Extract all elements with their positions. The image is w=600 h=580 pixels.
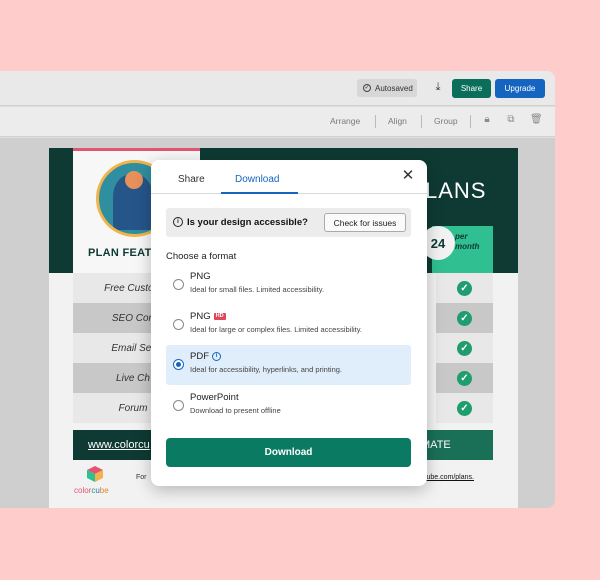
plan-features-title: PLAN FEAT (88, 247, 152, 259)
format-option-pdf[interactable]: PDF i Ideal for accessibility, hyperlinks… (166, 345, 411, 385)
arrange-button[interactable]: Arrange (330, 116, 360, 126)
option-title-text: PNG (190, 311, 211, 322)
tab-download[interactable]: Download (235, 174, 279, 185)
footer-text: For (136, 474, 147, 481)
radio-powerpoint[interactable] (173, 400, 184, 411)
autosaved-status: ✓ Autosaved (357, 79, 417, 97)
option-description: Download to present offline (190, 406, 281, 415)
colorcube-logo-icon (87, 466, 103, 482)
poster-side-band (49, 148, 73, 273)
radio-png[interactable] (173, 279, 184, 290)
align-button[interactable]: Align (388, 116, 407, 126)
info-icon: i (173, 217, 183, 227)
check-icon: ✓ (457, 310, 472, 326)
footer-url: cube.com/plans. (423, 474, 474, 481)
toolbar-divider (470, 115, 471, 128)
secondary-toolbar: Arrange Align Group 🔒︎ ⧉ 🗑︎ (0, 107, 555, 137)
illustration-head (125, 171, 143, 189)
option-title-text: PNG (190, 271, 211, 282)
tab-share[interactable]: Share (178, 174, 205, 185)
check-icon: ✓ (457, 280, 472, 296)
option-description: Ideal for accessibility, hyperlinks, and… (190, 365, 343, 374)
check-issues-button[interactable]: Check for issues (324, 213, 406, 232)
format-option-png-hd[interactable]: PNG HD Ideal for large or complex files. … (166, 305, 411, 345)
trash-icon[interactable]: 🗑︎ (530, 114, 543, 128)
option-title-text: PDF (190, 351, 209, 362)
check-cell: ✓ (436, 333, 493, 363)
format-option-powerpoint[interactable]: PowerPoint Download to present offline (166, 386, 411, 426)
group-button[interactable]: Group (434, 116, 458, 126)
download-button[interactable]: Download (166, 438, 411, 467)
check-cell: ✓ (436, 393, 493, 423)
choose-format-label: Choose a format (166, 251, 237, 262)
lock-icon[interactable]: 🔒︎ (481, 114, 493, 128)
close-icon[interactable]: ✕ (400, 168, 416, 184)
option-description: Ideal for large or complex files. Limite… (190, 325, 363, 334)
share-button[interactable]: Share (452, 79, 491, 98)
plans-title: LANS (425, 178, 487, 203)
per-month-label: per month (455, 232, 480, 251)
accessibility-question: Is your design accessible? (187, 217, 308, 228)
autosaved-label: Autosaved (375, 83, 413, 93)
option-title: PowerPoint (190, 392, 239, 403)
option-title: PNG (190, 271, 211, 282)
format-option-png[interactable]: PNG Ideal for small files. Limited acces… (166, 265, 411, 305)
logo-text-part: be (99, 486, 109, 495)
check-cell: ✓ (436, 303, 493, 333)
accessibility-banner: i Is your design accessible? Check for i… (166, 208, 411, 237)
check-icon: ✓ (457, 340, 472, 356)
option-title-text: PowerPoint (190, 392, 239, 403)
toolbar-divider (421, 115, 422, 128)
radio-pdf[interactable] (173, 359, 184, 370)
download-icon[interactable]: ⤓ (431, 81, 445, 95)
logo-text-part: color (74, 486, 92, 495)
check-icon: ✓ (457, 400, 472, 416)
option-description: Ideal for small files. Limited accessibi… (190, 285, 325, 294)
top-bar: ✓ Autosaved ⤓ Share Upgrade (0, 71, 555, 106)
duplicate-icon[interactable]: ⧉ (505, 114, 517, 128)
option-title: PNG HD (190, 311, 226, 322)
check-cell: ✓ (436, 273, 493, 303)
hd-badge: HD (213, 313, 226, 320)
dialog-tabs: Share Download ✕ (151, 160, 427, 194)
download-dialog: Share Download ✕ i Is your design access… (151, 160, 427, 486)
option-title: PDF i (190, 351, 221, 362)
active-tab-indicator (221, 192, 298, 194)
info-icon[interactable]: i (212, 352, 221, 361)
upgrade-button[interactable]: Upgrade (495, 79, 545, 98)
colorcube-logo-text: colorcube (74, 486, 109, 495)
check-cell: ✓ (436, 363, 493, 393)
check-circle-icon: ✓ (363, 84, 371, 92)
toolbar-divider (375, 115, 376, 128)
check-icon: ✓ (457, 370, 472, 386)
radio-png-hd[interactable] (173, 319, 184, 330)
